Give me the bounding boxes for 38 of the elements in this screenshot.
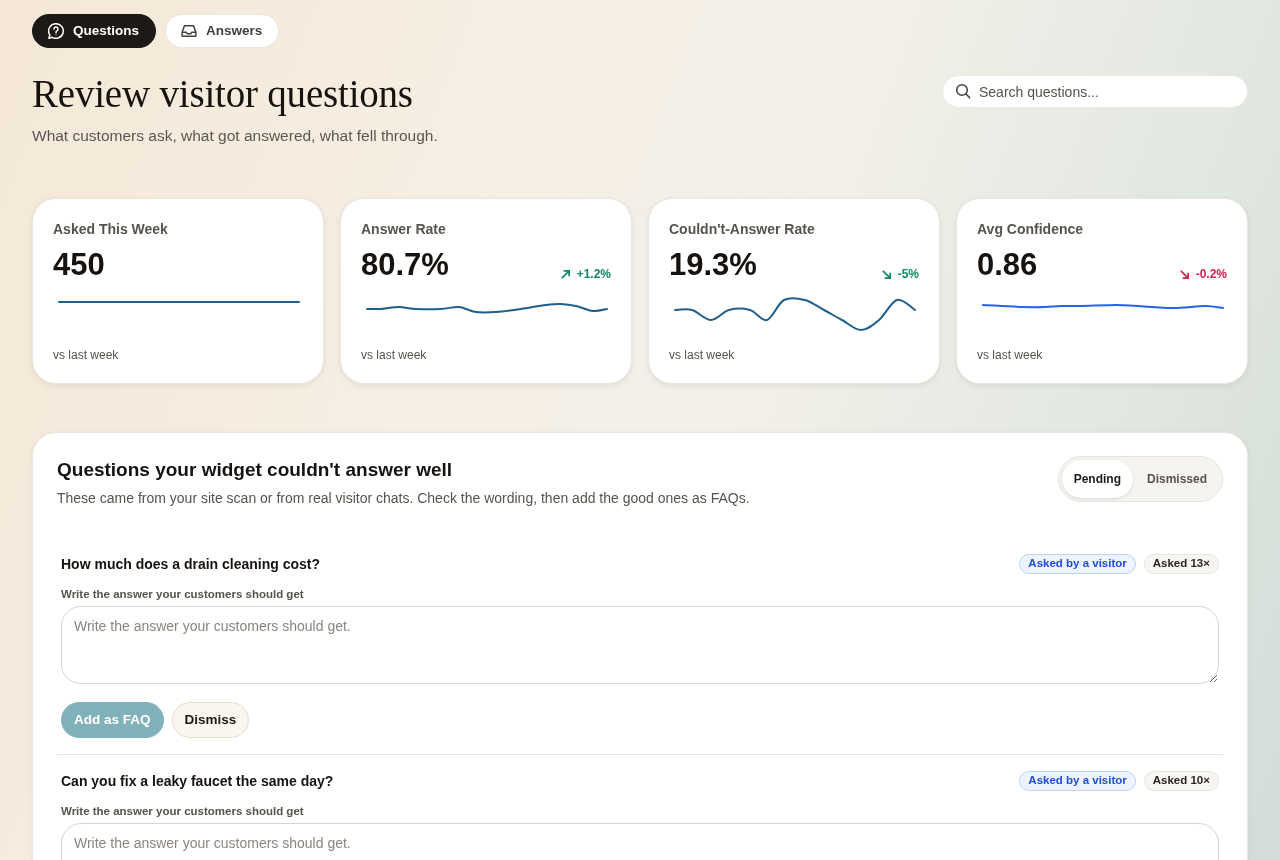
stat-value: 80.7% [361, 247, 449, 283]
stat-change: -0.2% [1195, 266, 1227, 282]
nav-tab[interactable]: Questions [32, 14, 156, 48]
count-tag: Asked 13× [1143, 554, 1219, 574]
stat-footnote: vs last week [361, 347, 428, 363]
filter-tab[interactable]: Dismissed [1134, 460, 1219, 498]
panel-description: These came from your site scan or from real visitor chats. Check the wording, then add the good ones as FAQs. [57, 489, 750, 508]
stat-label: Answer Rate [361, 221, 447, 237]
stat-footnote: vs last week [53, 347, 120, 363]
stat-value: 450 [53, 247, 105, 283]
count-tag: Asked 10× [1143, 771, 1219, 791]
stat-footnote: vs last week [977, 347, 1044, 363]
nav-tab[interactable]: Answers [165, 14, 280, 48]
stat-label: Avg Confidence [977, 221, 1085, 237]
answer-field[interactable]: Write the answer your customers should get. [61, 606, 1219, 684]
stat-footnote: vs last week [669, 347, 736, 363]
inbox-icon [181, 23, 197, 39]
stat-change: -5% [897, 266, 919, 282]
stat-value: 0.86 [977, 247, 1038, 283]
search-icon [955, 83, 971, 99]
filter-tab[interactable]: Pending [1061, 460, 1133, 498]
question-text: Can you fix a leaky faucet the same day? [61, 772, 334, 791]
stat-label: Asked This Week [53, 221, 169, 237]
field-label: Write the answer your customers should get [61, 804, 305, 819]
dismiss-button[interactable]: Dismiss [171, 702, 250, 738]
page-subtitle: What customers ask, what got answered, what fell through. [32, 126, 438, 146]
answer-field[interactable]: Write the answer your customers should get. [61, 823, 1219, 860]
stat-value: 19.3% [669, 247, 757, 283]
panel-title: Questions your widget couldn't answer well [57, 458, 454, 482]
source-tag: Asked by a visitor [1019, 554, 1136, 574]
field-label: Write the answer your customers should get [61, 587, 305, 602]
source-tag: Asked by a visitor [1019, 771, 1136, 791]
stat-change: +1.2% [576, 266, 611, 282]
question-text: How much does a drain cleaning cost? [61, 555, 321, 574]
question-bubble-icon [48, 23, 64, 39]
search-field[interactable]: Search questions... [942, 75, 1248, 108]
stat-label: Couldn't-Answer Rate [669, 221, 816, 237]
page-title: Review visitor questions [32, 72, 414, 116]
